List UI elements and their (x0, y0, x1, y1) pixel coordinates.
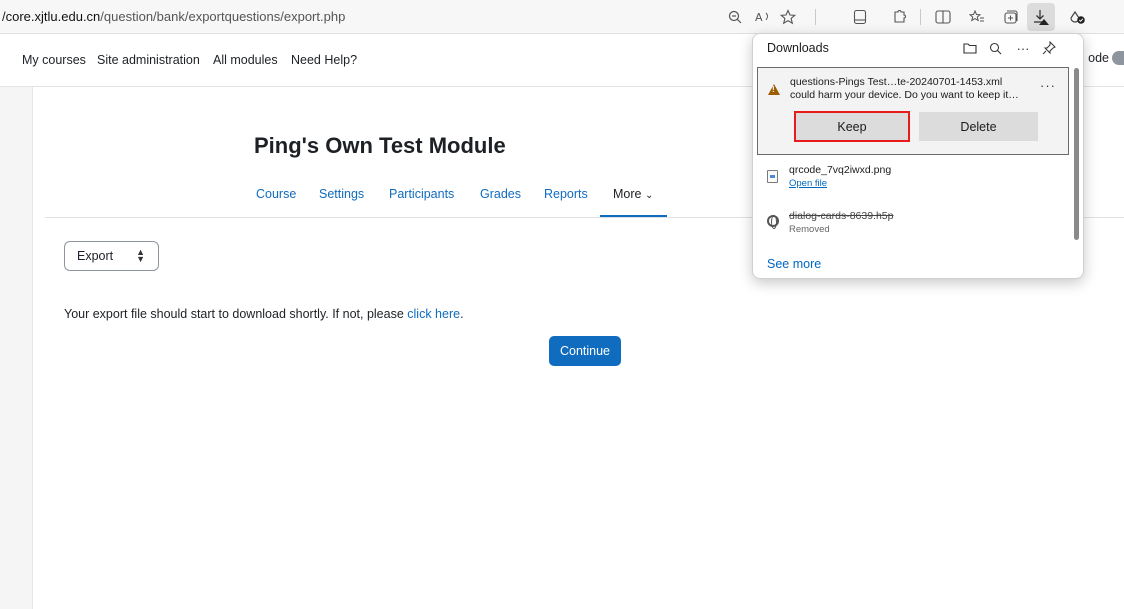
download-filename: qrcode_7vq2iwxd.png (789, 164, 892, 176)
nav-all-modules[interactable]: All modules (213, 53, 278, 67)
edit-mode-label: ode (1088, 51, 1109, 65)
see-more-link[interactable]: See more (767, 257, 821, 271)
export-message: Your export file should start to downloa… (64, 307, 464, 321)
tab-participants[interactable]: Participants (389, 187, 454, 201)
delete-button[interactable]: Delete (919, 112, 1038, 141)
export-message-text: Your export file should start to downloa… (64, 307, 408, 321)
more-options-icon[interactable]: ··· (1013, 38, 1033, 58)
url-path: /question/bank/exportquestions/export.ph… (100, 9, 346, 24)
toggle-switch-icon[interactable] (1112, 51, 1124, 65)
tab-more-label: More (613, 187, 642, 201)
download-warning-text: could harm your device. Do you want to k… (790, 89, 1019, 101)
continue-button[interactable]: Continue (549, 336, 621, 366)
url-host: core.xjtlu.edu.cn (5, 9, 101, 24)
download-filename: dialog-cards-8639.h5p (789, 210, 894, 222)
warning-icon (768, 84, 780, 95)
select-arrows-icon: ▲ ▼ (136, 247, 145, 264)
nav-site-administration[interactable]: Site administration (97, 53, 200, 67)
file-type-icon (767, 215, 779, 229)
download-filename: questions-Pings Test…te-20240701-1453.xm… (790, 76, 1003, 88)
course-title: Ping's Own Test Module (254, 133, 506, 158)
browser-toolbar: /core.xjtlu.edu.cn/question/bank/exportq… (0, 0, 1124, 34)
collections-icon[interactable] (1000, 6, 1022, 28)
download-warning-item: questions-Pings Test…te-20240701-1453.xm… (757, 67, 1069, 155)
scrollbar[interactable] (1074, 68, 1079, 240)
downloads-flyout: Downloads ··· questions-Pings Test…te-20… (752, 33, 1084, 279)
zoom-out-icon[interactable] (724, 6, 746, 28)
toolbar-separator (920, 9, 921, 25)
download-item[interactable]: qrcode_7vq2iwxd.png Open file (767, 164, 1057, 200)
click-here-link[interactable]: click here (407, 307, 460, 321)
tab-grades[interactable]: Grades (480, 187, 521, 201)
favorite-star-icon[interactable] (777, 6, 799, 28)
left-drawer (0, 87, 33, 609)
open-folder-icon[interactable] (960, 38, 980, 58)
svg-text:A: A (755, 11, 763, 24)
favorites-icon[interactable] (966, 6, 988, 28)
tab-settings[interactable]: Settings (319, 187, 364, 201)
open-file-link[interactable]: Open file (789, 178, 827, 189)
tab-reports[interactable]: Reports (544, 187, 588, 201)
search-icon[interactable] (985, 38, 1005, 58)
profile-sync-icon[interactable] (1066, 6, 1088, 28)
tab-course[interactable]: Course (256, 187, 296, 201)
address-bar[interactable]: /core.xjtlu.edu.cn/question/bank/exportq… (2, 9, 345, 24)
download-item[interactable]: dialog-cards-8639.h5p Removed (767, 210, 1057, 246)
nav-need-help[interactable]: Need Help? (291, 53, 357, 67)
downloads-icon[interactable] (1027, 3, 1055, 31)
image-file-icon (767, 170, 778, 183)
export-message-end: . (460, 307, 464, 321)
split-screen-icon[interactable] (932, 6, 954, 28)
extensions-icon[interactable] (888, 6, 910, 28)
downloads-title: Downloads (767, 41, 829, 55)
action-select-value: Export (77, 249, 114, 263)
read-aloud-icon[interactable]: A (752, 6, 774, 28)
toolbar-separator (815, 9, 816, 25)
edit-mode-toggle[interactable]: ode (1088, 51, 1124, 65)
browser-essentials-icon[interactable] (849, 6, 871, 28)
nav-my-courses[interactable]: My courses (22, 53, 86, 67)
pin-icon[interactable] (1039, 38, 1059, 58)
download-status: Removed (789, 224, 830, 235)
item-more-icon[interactable]: ··· (1040, 78, 1056, 93)
action-select[interactable]: Export ▲ ▼ (64, 241, 159, 271)
chevron-down-icon: ⌄ (644, 190, 654, 201)
keep-button[interactable]: Keep (794, 111, 910, 142)
tab-more[interactable]: More ⌄ (613, 187, 653, 201)
